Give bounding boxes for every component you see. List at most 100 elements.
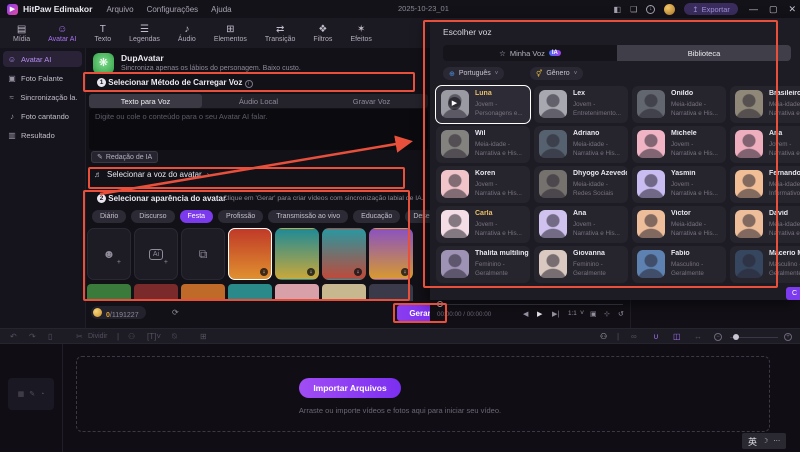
ribbon-tab-a-udio[interactable]: ♪Áudio [169, 18, 205, 48]
media-dropzone[interactable] [76, 356, 770, 432]
voice-card-giovanna[interactable]: GiovannaFeminino -Geralmente [534, 246, 628, 283]
tab-library[interactable]: Biblioteca [617, 45, 791, 61]
info-icon[interactable]: i [245, 80, 253, 88]
avatar-thumbnail-3[interactable]: ↓ [228, 228, 272, 280]
select-avatar-voice-button[interactable]: ♬ Selecionar a voz do avatar › [94, 170, 209, 179]
avatar-thumbnail-row2-6[interactable] [369, 284, 413, 301]
category-chip-dia-rio[interactable]: Diário [92, 210, 126, 223]
fit-timeline-icon[interactable]: ↔ [694, 332, 702, 341]
avatar-thumbnail-5[interactable]: ↓ [322, 228, 366, 280]
split-scissors-icon[interactable]: ✂ [76, 332, 83, 341]
minimize-button[interactable]: — [749, 4, 758, 14]
generate-button[interactable]: Gerar [397, 305, 430, 321]
next-frame-icon[interactable]: ▶| [552, 310, 559, 318]
ribbon-tab-avatar-ai[interactable]: ☺Avatar AI [39, 18, 85, 48]
snapshot-icon[interactable]: ▣ [590, 310, 597, 318]
avatar-thumbnail-row2-3[interactable] [228, 284, 272, 301]
sidebar-item-avatar-ai[interactable]: ☺Avatar AI [3, 51, 82, 67]
menu-arquivo[interactable]: Arquivo [106, 5, 133, 14]
track-lock-icon[interactable]: ◔ [40, 391, 44, 398]
category-chip-transmissa-o-ao-vivo[interactable]: Transmissão ao vivo [268, 210, 348, 223]
close-button[interactable]: ✕ [788, 4, 796, 15]
voiceover-icon[interactable]: ⚇ [128, 332, 135, 341]
remove-subtitle-icon[interactable]: ⍉ [172, 332, 177, 342]
text-tool-icon[interactable]: [T]˅ [147, 332, 161, 341]
auto-split-icon[interactable]: ◫ [673, 332, 681, 341]
sidebar-item-foto-falante[interactable]: ▣Foto Falante [3, 70, 82, 86]
maximize-button[interactable]: ▢ [769, 4, 778, 15]
zoom-in-icon[interactable]: + [784, 333, 792, 341]
divide-label[interactable]: Dividir [88, 333, 107, 340]
user-avatar[interactable] [664, 4, 675, 15]
scrubber-track[interactable] [443, 304, 623, 305]
voice-source-tab-texto-para-voz[interactable]: Texto para Voz [89, 94, 202, 108]
avatar-thumbnail-row2-1[interactable] [134, 284, 178, 301]
voice-card-fabio[interactable]: FabioMasculino -Geralmente [632, 246, 726, 283]
tab-my-voice[interactable]: ☆ Minha Voz IA [443, 45, 617, 61]
add-marker-icon[interactable]: ⊞ [200, 332, 207, 341]
voice-card-dhyogo-azevedo[interactable]: Dhyogo AzevedoMeia-idade -Redes Sociais [534, 166, 628, 203]
voice-card-brasileiro[interactable]: BrasileiroMeia-idade -Narrativa e His... [730, 86, 800, 123]
ribbon-tab-filtros[interactable]: ❖Filtros [304, 18, 341, 48]
avatar-thumbnail-row2-2[interactable] [181, 284, 225, 301]
voice-card-onildo[interactable]: OnildoMeia-idade -Narrativa e His... [632, 86, 726, 123]
voice-card-luna[interactable]: ▶LunaJovem -Personagens e... [436, 86, 530, 123]
link-clips-icon[interactable]: ∞ [631, 332, 637, 341]
delete-icon[interactable]: ▯ [48, 332, 52, 341]
voice-card-ana[interactable]: AnaJovem -Narrativa e His... [534, 206, 628, 243]
record-mic-icon[interactable]: ⚇ [600, 332, 607, 341]
category-chip-desenho-animado[interactable]: Desenho animado [405, 210, 430, 223]
voice-card-david[interactable]: DavidMeia-idade -Narrativa e His... [730, 206, 800, 243]
ribbon-tab-texto[interactable]: TTexto [85, 18, 120, 48]
voice-card-fernando[interactable]: FernandoMeia-idade -Informativo... [730, 166, 800, 203]
confirm-button[interactable]: C [786, 287, 800, 300]
zoom-out-icon[interactable]: − [714, 333, 722, 341]
ai-writing-button[interactable]: ✎Redação de IA [91, 151, 158, 163]
magnet-icon[interactable]: ∪ [653, 332, 659, 341]
add-person-tile[interactable]: ☻+ [87, 228, 131, 280]
sidebar-item-foto-cantando[interactable]: ♪Foto cantando [3, 108, 82, 124]
voice-card-macerio-mul[interactable]: Macerio Mul...Masculino -Geralmente [730, 246, 800, 283]
play-icon[interactable]: ▶ [448, 97, 461, 110]
voice-card-victor[interactable]: VictorMeia-idade -Narrativa e His... [632, 206, 726, 243]
add-ai-tile[interactable]: Ai+ [134, 228, 178, 280]
feedback-icon[interactable]: ❑ [630, 5, 637, 14]
avatar-thumbnail-row2-4[interactable] [275, 284, 319, 301]
download-icon[interactable]: ↓ [646, 5, 655, 14]
language-filter-dropdown[interactable]: ⊕ Português ˅ [443, 67, 504, 80]
zoom-slider-knob[interactable] [733, 334, 739, 340]
layout-icon[interactable]: ◧ [614, 5, 622, 14]
category-chip-educac-a-o[interactable]: Educação [353, 210, 400, 223]
fullscreen-icon[interactable]: ↺ [618, 310, 624, 318]
voice-card-michele[interactable]: MicheleJovem -Narrativa e His... [632, 126, 726, 163]
avatar-thumbnail-6[interactable]: ↓ [369, 228, 413, 280]
avatar-thumbnail-row2-0[interactable] [87, 284, 131, 301]
ratio-caret-icon[interactable]: ˅ [580, 310, 584, 317]
ribbon-tab-mi-dia[interactable]: ▤Mídia [4, 18, 39, 48]
redo-icon[interactable]: ↷ [29, 332, 36, 341]
ribbon-tab-efeitos[interactable]: ✶Efeitos [341, 18, 380, 48]
sidebar-item-resultado[interactable]: ▥Resultado [3, 127, 82, 143]
import-video-tile[interactable]: ⧉ [181, 228, 225, 280]
menu-ajuda[interactable]: Ajuda [211, 5, 231, 14]
play-icon[interactable]: ▶ [537, 310, 542, 318]
voice-card-carla[interactable]: CarlaJovem -Narrativa e His... [436, 206, 530, 243]
category-chip-festa[interactable]: Festa [180, 210, 214, 223]
prev-frame-icon[interactable]: ◀ [523, 310, 528, 318]
aspect-ratio-select[interactable]: 1:1 [568, 310, 577, 317]
track-video-icon[interactable]: ▦ [18, 390, 25, 398]
export-button[interactable]: ↥Exportar [684, 3, 738, 15]
import-files-button[interactable]: Importar Arquivos [299, 378, 401, 398]
ribbon-tab-elementos[interactable]: ⊞Elementos [205, 18, 256, 48]
track-pen-icon[interactable]: ✎ [29, 390, 35, 398]
voice-card-koren[interactable]: KorenJovem -Narrativa e His... [436, 166, 530, 203]
undo-icon[interactable]: ↶ [10, 332, 17, 341]
crop-icon[interactable]: ⊹ [604, 310, 610, 318]
ribbon-tab-legendas[interactable]: ☰Legendas [120, 18, 169, 48]
voice-card-adriano[interactable]: AdrianoMeia-idade -Narrativa e His... [534, 126, 628, 163]
voice-card-wil[interactable]: WilMeia-idade -Narrativa e His... [436, 126, 530, 163]
menu-configurac-o-es[interactable]: Configurações [147, 5, 199, 14]
sidebar-item-sincronizac-a-o-la[interactable]: ≈Sincronização la... [3, 89, 82, 105]
voice-card-yasmin[interactable]: YasminJovem -Narrativa e His... [632, 166, 726, 203]
voice-card-ana[interactable]: AnaJovem -Narrativa e His... [730, 126, 800, 163]
